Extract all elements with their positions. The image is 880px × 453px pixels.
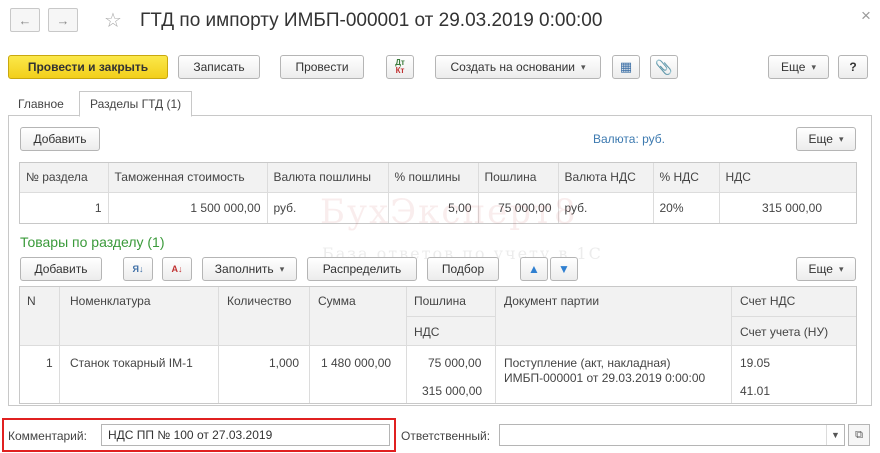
help-button[interactable]: ? <box>838 55 868 79</box>
cell-n: 1 <box>46 356 53 370</box>
page-title: ГТД по импорту ИМБП-000001 от 29.03.2019… <box>140 10 603 31</box>
chevron-down-icon[interactable]: ▼ <box>826 425 844 445</box>
dt-kt-icon[interactable]: Дт Кт <box>386 55 414 79</box>
col-vat: НДС <box>719 163 856 193</box>
attachment-icon[interactable]: 📎 <box>650 55 678 79</box>
cell-batch-document: Поступление (акт, накладная) <box>504 356 671 370</box>
add-goods-button[interactable]: Добавить <box>20 257 102 281</box>
col-sum: Сумма <box>318 294 356 308</box>
move-up-icon[interactable]: ▲ <box>520 257 548 281</box>
more-dropdown[interactable]: Еще <box>768 55 829 79</box>
tab-customs-sections[interactable]: Разделы ГТД (1) <box>79 91 193 117</box>
structure-icon[interactable]: ▦ <box>612 55 640 79</box>
comment-label: Комментарий: <box>8 429 87 443</box>
responsible-label: Ответственный: <box>401 429 491 443</box>
sort-desc-icon[interactable]: А↓ <box>162 257 192 281</box>
col-duty: Пошлина <box>414 294 466 308</box>
cell-batch-document-number: ИМБП-000001 от 29.03.2019 0:00:00 <box>504 371 706 385</box>
back-button[interactable]: ← <box>10 8 40 32</box>
tab-main[interactable]: Главное <box>8 92 74 116</box>
watermark-logo: БухЭксперт8 <box>320 192 578 232</box>
distribute-button[interactable]: Распределить <box>307 257 417 281</box>
currency-label: Валюта: руб. <box>593 132 665 146</box>
cell-nomenclature: Станок токарный IM-1 <box>70 356 193 370</box>
cell-sum: 1 480 000,00 <box>321 356 392 370</box>
col-n: N <box>27 294 36 308</box>
responsible-field[interactable] <box>499 424 845 446</box>
col-customs-value: Таможенная стоимость <box>108 163 268 193</box>
col-batch-document: Документ партии <box>504 294 600 308</box>
table-row[interactable]: 1 Станок токарный IM-1 1,000 1 480 000,0… <box>20 347 856 403</box>
sections-more-dropdown[interactable]: Еще <box>796 127 856 151</box>
cell-section-no: 1 <box>20 192 109 223</box>
cell-vat: 315 000,00 <box>422 384 483 398</box>
fill-dropdown[interactable]: Заполнить <box>202 257 297 281</box>
star-icon[interactable]: ☆ <box>104 8 122 33</box>
create-based-on-dropdown[interactable]: Создать на основании <box>435 55 601 79</box>
row-divider <box>732 316 856 317</box>
cell-vat-percent: 20% <box>653 192 720 223</box>
col-vat-account: Счет НДС <box>740 294 796 308</box>
col-section-no: № раздела <box>20 163 109 193</box>
col-vat-currency: Валюта НДС <box>558 163 654 193</box>
close-icon[interactable]: × <box>861 6 871 26</box>
arrow-right-icon: → <box>56 12 70 28</box>
cell-duty: 75 000,00 <box>428 356 482 370</box>
move-down-icon[interactable]: ▼ <box>550 257 578 281</box>
select-button[interactable]: Подбор <box>427 257 499 281</box>
goods-more-dropdown[interactable]: Еще <box>796 257 856 281</box>
cell-vat-account: 19.05 <box>740 356 771 370</box>
goods-section-title: Товары по разделу (1) <box>20 234 165 250</box>
col-nomenclature: Номенклатура <box>70 294 151 308</box>
col-quantity: Количество <box>227 294 292 308</box>
post-button[interactable]: Провести <box>280 55 364 79</box>
col-duty-percent: % пошлины <box>388 163 479 193</box>
col-tax-account: Счет учета (НУ) <box>740 325 829 339</box>
col-vat: НДС <box>414 325 440 339</box>
sort-asc-icon[interactable]: Я↓ <box>123 257 153 281</box>
add-section-button[interactable]: Добавить <box>20 127 100 151</box>
col-vat-percent: % НДС <box>653 163 720 193</box>
comment-field[interactable]: НДС ПП № 100 от 27.03.2019 <box>101 424 390 446</box>
cell-customs-value: 1 500 000,00 <box>108 192 268 223</box>
post-and-close-button[interactable]: Провести и закрыть <box>8 55 168 79</box>
col-duty: Пошлина <box>478 163 559 193</box>
cell-quantity: 1,000 <box>269 356 300 370</box>
arrow-left-icon: ← <box>18 12 32 28</box>
col-duty-currency: Валюта пошлины <box>267 163 389 193</box>
row-divider <box>407 316 495 317</box>
forward-button[interactable]: → <box>48 8 78 32</box>
open-icon[interactable]: ⧉ <box>848 424 870 446</box>
cell-tax-account: 41.01 <box>740 384 771 398</box>
save-button[interactable]: Записать <box>178 55 260 79</box>
cell-vat: 315 000,00 <box>761 200 822 215</box>
